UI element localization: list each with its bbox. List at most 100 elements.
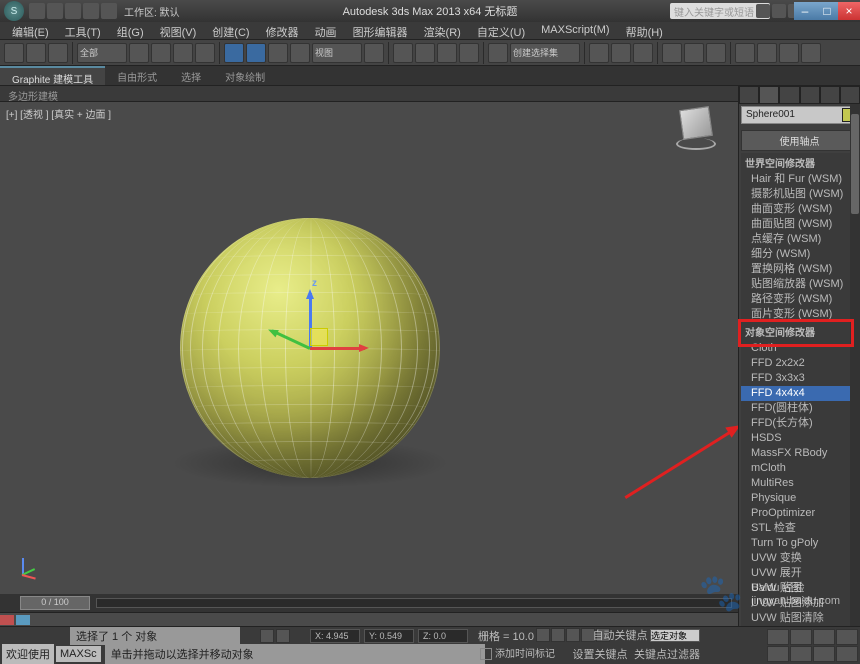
modifier-item[interactable]: 置换网格 (WSM) xyxy=(741,262,858,277)
trackbar-marker-blue[interactable] xyxy=(16,615,30,625)
select-move-button[interactable] xyxy=(224,43,244,63)
modifier-item[interactable]: mCloth xyxy=(741,461,858,476)
menu-V[interactable]: 视图(V) xyxy=(152,22,205,39)
prev-frame-icon[interactable] xyxy=(551,628,565,642)
redo-button[interactable] xyxy=(26,43,46,63)
workspace-selector[interactable]: 工作区: 默认 xyxy=(124,4,180,19)
modifier-item[interactable]: HSDS xyxy=(741,431,858,446)
ribbon-tab-2[interactable]: 选择 xyxy=(169,66,213,85)
mirror-button[interactable] xyxy=(589,43,609,63)
modifier-item[interactable]: FFD 4x4x4 xyxy=(741,386,858,401)
zoom-all-icon[interactable] xyxy=(836,629,858,645)
motion-tab-icon[interactable] xyxy=(800,86,820,104)
select-scale-button[interactable] xyxy=(268,43,288,63)
modifier-item[interactable]: MassFX RBody xyxy=(741,446,858,461)
render-button[interactable] xyxy=(779,43,799,63)
panel-scrollbar[interactable] xyxy=(850,104,860,664)
quick-redo-icon[interactable] xyxy=(101,3,117,19)
spinner-snap-button[interactable] xyxy=(459,43,479,63)
menu-[interactable]: 动画 xyxy=(307,22,345,39)
menu-C[interactable]: 创建(C) xyxy=(204,22,257,39)
time-slider-handle[interactable]: 0 / 100 xyxy=(20,596,90,610)
fov-icon[interactable] xyxy=(790,646,812,662)
modifier-item[interactable]: 点缓存 (WSM) xyxy=(741,232,858,247)
render-prod-button[interactable] xyxy=(801,43,821,63)
modifier-item[interactable]: FFD(圆柱体) xyxy=(741,401,858,416)
close-button[interactable]: × xyxy=(838,2,860,20)
object-name-field[interactable]: Sphere001 xyxy=(741,106,858,124)
modifier-list-dropdown[interactable]: 使用轴点 xyxy=(741,130,858,151)
maximize-button[interactable]: □ xyxy=(816,2,838,20)
modifier-item[interactable]: Turn To gPoly xyxy=(741,536,858,551)
render-frame-button[interactable] xyxy=(757,43,777,63)
select-rotate-button[interactable] xyxy=(246,43,266,63)
autokey-button[interactable]: 自动关键点 xyxy=(592,630,647,642)
modifier-item[interactable]: FFD 3x3x3 xyxy=(741,371,858,386)
create-tab-icon[interactable] xyxy=(739,86,759,104)
menu-T[interactable]: 工具(T) xyxy=(57,22,109,39)
menu-U[interactable]: 自定义(U) xyxy=(469,22,533,39)
percent-snap-button[interactable] xyxy=(437,43,457,63)
maxscript-tag[interactable]: MAXSc xyxy=(56,646,101,662)
play-icon[interactable] xyxy=(566,628,580,642)
modifier-item[interactable]: FFD 2x2x2 xyxy=(741,356,858,371)
menu-E[interactable]: 编辑(E) xyxy=(4,22,57,39)
menu-MAXScriptM[interactable]: MAXScript(M) xyxy=(533,22,617,39)
modifier-item[interactable]: Physique xyxy=(741,491,858,506)
modifier-item[interactable]: UVW 变换 xyxy=(741,551,858,566)
minimize-button[interactable]: – xyxy=(794,2,816,20)
angle-snap-button[interactable] xyxy=(415,43,435,63)
selection-filter-dropdown[interactable]: 全部 xyxy=(77,43,127,63)
modifier-item[interactable]: 曲面变形 (WSM) xyxy=(741,202,858,217)
viewcube[interactable] xyxy=(674,108,718,152)
material-editor-button[interactable] xyxy=(706,43,726,63)
pan-icon[interactable] xyxy=(767,629,789,645)
quick-open-icon[interactable] xyxy=(47,3,63,19)
schematic-button[interactable] xyxy=(684,43,704,63)
help-search-input[interactable]: 键入关键字或短语 xyxy=(670,3,770,19)
modifier-item[interactable]: MultiRes xyxy=(741,476,858,491)
ribbon-tab-1[interactable]: 自由形式 xyxy=(105,66,169,85)
ref-coord-dropdown[interactable]: 视图 xyxy=(312,43,362,63)
modifier-item[interactable]: 细分 (WSM) xyxy=(741,247,858,262)
modifier-item[interactable]: 摄影机贴图 (WSM) xyxy=(741,187,858,202)
ref-coord-button[interactable] xyxy=(290,43,310,63)
sphere-object[interactable]: z xyxy=(180,218,440,478)
time-slider-track[interactable] xyxy=(96,598,732,608)
zoom-icon[interactable] xyxy=(813,629,835,645)
help-signin-icon[interactable] xyxy=(756,4,770,18)
pivot-button[interactable] xyxy=(364,43,384,63)
modifier-item[interactable]: 贴图缩放器 (WSM) xyxy=(741,277,858,292)
nav-more-icon[interactable] xyxy=(836,646,858,662)
welcome-tag[interactable]: 欢迎使用 xyxy=(2,644,54,664)
align-button[interactable] xyxy=(611,43,631,63)
coord-y-field[interactable]: Y: 0.549 xyxy=(364,629,414,643)
modifier-item[interactable]: Hair 和 Fur (WSM) xyxy=(741,172,858,187)
max-viewport-icon[interactable] xyxy=(813,646,835,662)
modifier-item[interactable]: STL 检查 xyxy=(741,521,858,536)
modifier-item[interactable]: 路径变形 (WSM) xyxy=(741,292,858,307)
arc-rotate-icon[interactable] xyxy=(790,629,812,645)
modifier-item[interactable]: ProOptimizer xyxy=(741,506,858,521)
modifier-item[interactable]: 面片变形 (WSM) xyxy=(741,307,858,322)
selected-filter-input[interactable] xyxy=(650,629,700,642)
trackbar-marker-red[interactable] xyxy=(0,615,14,625)
select-object-button[interactable] xyxy=(129,43,149,63)
modifier-item[interactable]: Cloth xyxy=(741,341,858,356)
lock-selection-icon[interactable] xyxy=(260,629,274,643)
ribbon-tab-0[interactable]: Graphite 建模工具 xyxy=(0,66,105,85)
coord-z-field[interactable]: Z: 0.0 xyxy=(418,629,468,643)
coord-x-field[interactable]: X: 4.945 xyxy=(310,629,360,643)
setkey-button[interactable]: 设置关键点 xyxy=(572,649,627,661)
display-tab-icon[interactable] xyxy=(820,86,840,104)
menu-[interactable]: 修改器 xyxy=(258,22,307,39)
key-filter-button[interactable]: 关键点过滤器 xyxy=(634,649,700,661)
curve-editor-button[interactable] xyxy=(662,43,682,63)
named-selection-dropdown[interactable]: 创建选择集 xyxy=(510,43,580,63)
absolute-transform-icon[interactable] xyxy=(276,629,290,643)
help-star-icon[interactable] xyxy=(772,4,786,18)
link-button[interactable] xyxy=(48,43,68,63)
ribbon-tab-3[interactable]: 对象绘制 xyxy=(213,66,277,85)
hierarchy-tab-icon[interactable] xyxy=(779,86,799,104)
snap-toggle-button[interactable] xyxy=(393,43,413,63)
